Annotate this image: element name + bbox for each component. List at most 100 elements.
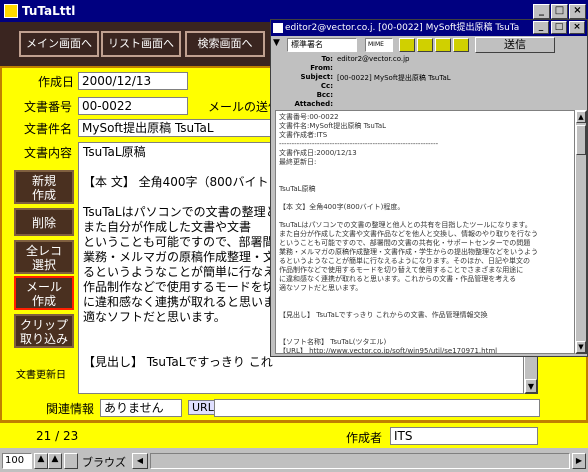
content-label: 文書内容	[24, 146, 73, 160]
scroll-right-icon[interactable]: ▶	[572, 453, 586, 469]
create-mail-label: メール 作成	[25, 280, 62, 308]
email-body-line: るというようなことが簡単に行なえるようになります。そのほか、日記や単文の	[279, 257, 530, 265]
email-scroll-down-arrow[interactable]: ▼	[576, 341, 586, 353]
content-line: 【見出し】 TsuTaLですっきり これ	[83, 355, 273, 369]
clip-import-button[interactable]: クリップ 取り込み	[14, 314, 74, 348]
email-body-line: TsuTaL原稿	[279, 185, 316, 193]
scroll-down-arrow[interactable]: ▼	[525, 379, 537, 393]
close-button[interactable]: ×	[569, 4, 586, 19]
content-line	[83, 385, 519, 393]
email-body-line	[279, 302, 571, 311]
zoom-level[interactable]: 100	[2, 453, 32, 469]
email-body-line: また自分が作成した文書や文書作品などを他人と交換し、情報のやり取りを行なう	[279, 230, 538, 238]
email-body-line: ----------------------------------------…	[279, 140, 439, 148]
email-window-title: editor2@vector.co.j. [00-0022] MySoft提出原…	[285, 23, 520, 33]
email-body-line	[279, 176, 571, 185]
email-body-line: 適なソフトだと思います。	[279, 284, 363, 292]
nav-main-button[interactable]: メイン画面へ	[19, 31, 99, 57]
email-close-button[interactable]: ×	[569, 21, 585, 34]
horizontal-scrollbar[interactable]	[150, 453, 570, 469]
main-window-title: TuTaLttl	[22, 4, 76, 18]
mode-label[interactable]: ブラウズ	[82, 454, 126, 470]
signature-select[interactable]: 標準署名	[287, 38, 357, 52]
zoom-out-icon[interactable]: ▲	[34, 453, 48, 469]
format-select[interactable]: MIME	[365, 38, 393, 52]
to-label: To:	[321, 55, 333, 63]
format-value: MIME	[368, 41, 384, 48]
subject-label: 文書件名	[24, 122, 73, 136]
docno-field[interactable]: 00-0022	[78, 97, 188, 115]
content-line	[83, 370, 519, 385]
email-body-line: 最終更新日:	[279, 158, 317, 166]
new-record-button[interactable]: 新規 作成	[14, 170, 74, 204]
author-field[interactable]: ITS	[390, 427, 538, 445]
date-label: 作成日	[38, 75, 75, 89]
email-body-line: 【URL】 http://www.vector.co.jp/soft/win95…	[279, 347, 498, 354]
email-body-line	[279, 293, 571, 302]
email-minimize-button[interactable]: _	[533, 21, 549, 34]
record-counter: 21 / 23	[36, 429, 79, 443]
email-scroll-up-arrow[interactable]: ▲	[576, 111, 586, 123]
email-scroll-thumb[interactable]	[576, 125, 586, 155]
email-body-line: 【本 文】全角400字(800バイト)程度。	[279, 203, 405, 211]
email-headers: To: editor2@vector.co.jp From: Subject: …	[273, 55, 585, 109]
email-body-line: 【見出し】 TsuTaLですっきり これからの文書、作品管理情報交換	[279, 311, 488, 319]
minimize-button[interactable]: _	[533, 4, 550, 19]
zoom-in-icon[interactable]: ▲	[48, 453, 62, 469]
select-all-button[interactable]: 全レコ 選択	[14, 240, 74, 274]
maximize-button[interactable]: □	[551, 4, 568, 19]
layout-icon[interactable]	[64, 453, 78, 469]
url-field[interactable]	[214, 399, 540, 417]
email-body[interactable]: 文書番号:00-0022 文書件名:MySoft提出原稿 TsuTaL 文書作成者:…	[275, 110, 575, 354]
subject-header-label: Subject:	[300, 73, 333, 81]
cc-label: Cc:	[320, 82, 333, 90]
attached-label: Attached:	[294, 100, 333, 108]
email-body-line	[279, 194, 571, 203]
attach-icon[interactable]	[399, 38, 415, 52]
nav-list-button[interactable]: リスト画面へ	[101, 31, 181, 57]
mode-dropdown-icon[interactable]: ◀	[132, 453, 148, 469]
send-button[interactable]: 送信	[475, 37, 555, 53]
signature-value: 標準署名	[291, 40, 323, 49]
email-body-line: TsuTaLはパソコンでの文書の整理と他人との共有を目指したツールになります。	[279, 221, 532, 229]
email-scrollbar[interactable]: ▲ ▼	[575, 110, 587, 354]
email-body-line: 文書作成日:2000/12/13	[279, 149, 357, 157]
bcc-label: Bcc:	[316, 91, 333, 99]
email-body-line	[279, 320, 571, 329]
related-field[interactable]: ありません	[100, 399, 182, 417]
to-value[interactable]: editor2@vector.co.jp	[337, 55, 409, 63]
date-field[interactable]: 2000/12/13	[78, 72, 188, 90]
subject-header-value[interactable]: [00-0022] MySoft提出原稿 TsuTaL	[337, 73, 451, 83]
address-icon[interactable]	[417, 38, 433, 52]
author-label: 作成者	[346, 431, 383, 445]
email-body-line	[279, 212, 571, 221]
nav-search-button[interactable]: 検索画面へ	[185, 31, 265, 57]
quote-icon[interactable]	[435, 38, 451, 52]
options-icon[interactable]	[453, 38, 469, 52]
email-body-line: 文書作成者:ITS	[279, 131, 328, 139]
status-bar: 21 / 23 作成者 ITS	[0, 422, 588, 448]
email-maximize-button[interactable]: □	[551, 21, 567, 34]
email-body-line: 文書番号:00-0022	[279, 113, 339, 121]
email-body-line: に違和感なく連携が取れると思います。これからの文書・作品管理を考える	[279, 275, 517, 283]
updated-label: 文書更新日	[16, 370, 66, 381]
docno-label: 文書番号	[24, 100, 73, 114]
email-body-line	[279, 167, 571, 176]
email-title-bar: editor2@vector.co.j. [00-0022] MySoft提出原…	[271, 20, 587, 36]
app-icon	[4, 4, 18, 18]
subject-field[interactable]: MySoft提出原稿 TsuTaL	[78, 119, 274, 137]
create-mail-button[interactable]: メール 作成	[14, 276, 74, 310]
email-body-line: 【ソフト名称】 TsuTaL(ツタエル)	[279, 338, 387, 346]
related-label: 関連情報	[46, 402, 95, 416]
email-body-line: 作品制作などで使用するモードを切り替えて使用することでさまざまな用途に	[279, 266, 524, 274]
from-label: From:	[310, 64, 333, 72]
email-app-icon	[273, 23, 283, 33]
delete-label: 削除	[31, 216, 56, 230]
clip-import-label: クリップ 取り込み	[19, 318, 68, 346]
email-menu-arrow-icon[interactable]: ▼	[273, 38, 285, 52]
email-body-line	[279, 329, 571, 338]
email-body-line: 業務・メルマガの原稿作成整理・文書作成・学生からの提出物整理などをいうよう	[279, 248, 538, 256]
delete-button[interactable]: 削除	[14, 208, 74, 236]
new-record-label: 新規 作成	[31, 174, 56, 202]
email-body-line: ということも可能ですので、部署間の文書の共有化・サポートセンターでの問題	[279, 239, 531, 247]
